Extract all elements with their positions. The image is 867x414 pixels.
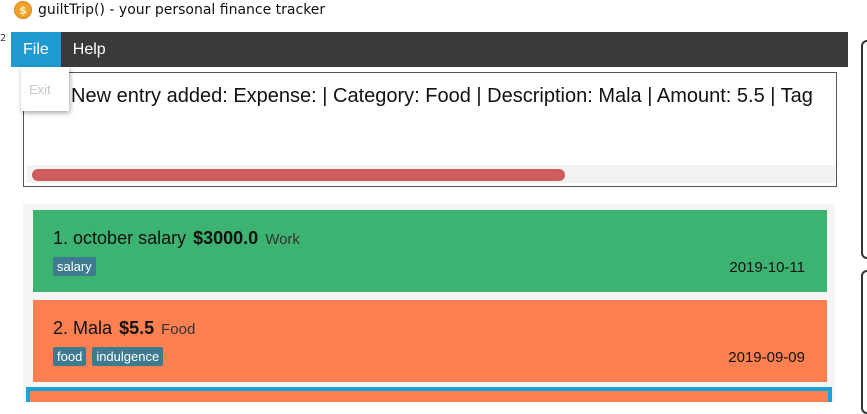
result-display: New entry added: Expense: | Category: Fo… xyxy=(23,72,837,187)
entry-amount: $5.5 xyxy=(119,318,155,338)
entry-header: 2. Mala $5.5 Food xyxy=(53,318,195,339)
entry-index: 2. xyxy=(53,318,69,338)
title-bar: $ guiltTrip() - your personal finance tr… xyxy=(0,0,867,28)
entry-amount: $3000.0 xyxy=(193,228,259,248)
tag-badge: indulgence xyxy=(92,347,164,366)
list-item[interactable]: 2. Mala $5.5 Food food indulgence 2019-0… xyxy=(33,300,827,382)
entry-description: Mala xyxy=(73,318,113,338)
entry-category: Food xyxy=(161,321,196,338)
entry-date: 2019-09-09 xyxy=(728,349,805,366)
tag-badge: salary xyxy=(53,257,96,276)
entry-index: 1. xyxy=(53,228,69,248)
result-message: New entry added: Expense: | Category: Fo… xyxy=(71,85,813,107)
coin-icon: $ xyxy=(14,1,32,19)
left-edge-artifact: 2 xyxy=(0,33,7,44)
entry-tags: food indulgence xyxy=(53,347,164,366)
tag-badge: food xyxy=(53,347,87,366)
menu-bar: File Help xyxy=(11,32,848,67)
entry-date: 2019-10-11 xyxy=(729,259,805,276)
entry-description: october salary xyxy=(73,228,187,248)
horizontal-scrollbar[interactable] xyxy=(27,165,835,183)
menu-help[interactable]: Help xyxy=(61,32,118,67)
entry-category: Work xyxy=(265,231,300,248)
scrollbar-thumb[interactable] xyxy=(32,169,565,181)
list-item[interactable]: 1. october salary $3000.0 Work salary 20… xyxy=(33,210,827,292)
entry-tags: salary xyxy=(53,257,96,276)
entry-header: 1. october salary $3000.0 Work xyxy=(53,228,300,249)
menu-file[interactable]: File xyxy=(11,32,61,67)
side-panel-edge xyxy=(861,40,867,259)
side-panel-edge xyxy=(861,270,867,414)
entry-list[interactable]: 1. october salary $3000.0 Work salary 20… xyxy=(23,204,835,402)
file-menu-dropdown: Exit xyxy=(21,67,69,111)
list-item-selected[interactable] xyxy=(26,387,832,402)
window-title: guiltTrip() - your personal finance trac… xyxy=(38,2,326,18)
menu-item-exit[interactable]: Exit xyxy=(29,82,51,97)
